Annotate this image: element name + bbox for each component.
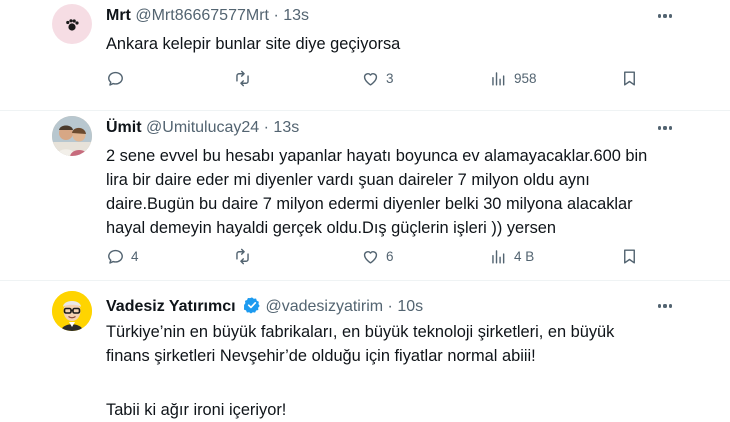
retweet-icon [236, 70, 249, 86]
action-bar: 3 958 [106, 68, 646, 88]
more-options-button[interactable] [656, 118, 674, 138]
views-button[interactable]: 958 [489, 68, 537, 88]
like-button[interactable]: 3 [361, 68, 394, 88]
tweet-mrt[interactable]: Mrt @Mrt86667577Mrt · 13s Ankara kelepir… [0, 0, 730, 110]
bookmark-icon [624, 248, 635, 264]
tweet-header: Mrt @Mrt86667577Mrt · 13s [106, 6, 309, 26]
tweet-text-line: finans şirketleri Nevşehir’de olduğu içi… [106, 347, 536, 365]
tweet-text-line: Türkiye’nin en büyük fabrikaları, en büy… [106, 323, 615, 341]
reply-icon [108, 71, 123, 86]
tweet-text-line [106, 368, 696, 392]
profile-photo [52, 291, 92, 331]
views-button[interactable]: 4 B [489, 246, 534, 266]
like-button[interactable]: 6 [361, 246, 394, 266]
author-name[interactable]: Mrt [106, 7, 131, 24]
author-handle[interactable]: @Mrt86667577Mrt [135, 7, 269, 24]
heart-icon [363, 250, 378, 264]
bookmark-button[interactable] [620, 246, 639, 266]
verified-badge-icon [243, 297, 260, 314]
avatar-mrt[interactable] [52, 4, 92, 44]
reply-icon [108, 249, 123, 264]
views-icon [492, 249, 505, 264]
tweet-text-line: hayal demeyin hayaldi gerçek oldu.Dış gü… [106, 219, 557, 237]
views-count: 4 B [514, 248, 535, 264]
heart-icon [363, 72, 378, 86]
tweet-text: 2 sene evvel bu hesabı yapanlar hayatı b… [106, 144, 696, 240]
reply-button[interactable]: 4 [106, 246, 139, 266]
author-handle[interactable]: @vadesizyatirim [265, 298, 383, 315]
tweet-text: Ankara kelepir bunlar site diye geçiyors… [106, 32, 696, 56]
author-name[interactable]: Vadesiz Yatırımcı [106, 298, 236, 315]
separator-dot: · [387, 298, 393, 315]
author-name[interactable]: Ümit [106, 119, 142, 136]
author-handle[interactable]: @Umitulucay24 [146, 119, 259, 136]
tweet-text-line: daire.Bugün bu daire 7 milyon edermi diy… [106, 195, 633, 213]
separator-dot: · [273, 7, 279, 24]
timestamp[interactable]: 13s [273, 119, 299, 136]
tweet-header: Ümit @Umitulucay24 · 13s [106, 118, 299, 138]
tweet-umit[interactable]: Ümit @Umitulucay24 · 13s 2 sene evvel bu… [0, 111, 730, 280]
like-count: 3 [386, 70, 394, 86]
retweet-button[interactable] [233, 68, 258, 88]
tweet-text-line: lira bir daire eder mi diyenler vardı şu… [106, 171, 590, 189]
timestamp[interactable]: 10s [397, 298, 423, 315]
bookmark-button[interactable] [620, 68, 639, 88]
timestamp[interactable]: 13s [283, 7, 309, 24]
profile-photo [52, 116, 92, 156]
more-options-button[interactable] [656, 6, 674, 26]
tweet-text-line: Ankara kelepir bunlar site diye geçiyors… [106, 35, 401, 53]
reply-count: 4 [131, 248, 139, 264]
paw-icon [66, 19, 79, 31]
action-bar: 4 6 4 B [106, 246, 646, 266]
tweet-vadesiz[interactable]: Vadesiz Yatırımcı @vadesizyatirim · 10s … [0, 281, 730, 420]
tweet-text: Türkiye’nin en büyük fabrikaları, en büy… [106, 320, 696, 422]
tweet-header: Vadesiz Yatırımcı @vadesizyatirim · 10s [106, 296, 423, 317]
tweet-text-line: 2 sene evvel bu hesabı yapanlar hayatı b… [106, 147, 648, 165]
avatar-umit[interactable] [52, 116, 92, 156]
tweet-text-line: Tabii ki ağır ironi içeriyor! [106, 401, 287, 419]
reply-button[interactable] [106, 68, 131, 88]
like-count: 6 [386, 248, 394, 264]
more-options-button[interactable] [656, 296, 674, 316]
views-icon [492, 71, 505, 86]
bookmark-icon [624, 70, 635, 86]
retweet-button[interactable] [233, 246, 258, 266]
retweet-icon [236, 248, 249, 264]
avatar-vadesiz[interactable] [52, 291, 92, 331]
views-count: 958 [514, 70, 537, 86]
separator-dot: · [263, 119, 269, 136]
